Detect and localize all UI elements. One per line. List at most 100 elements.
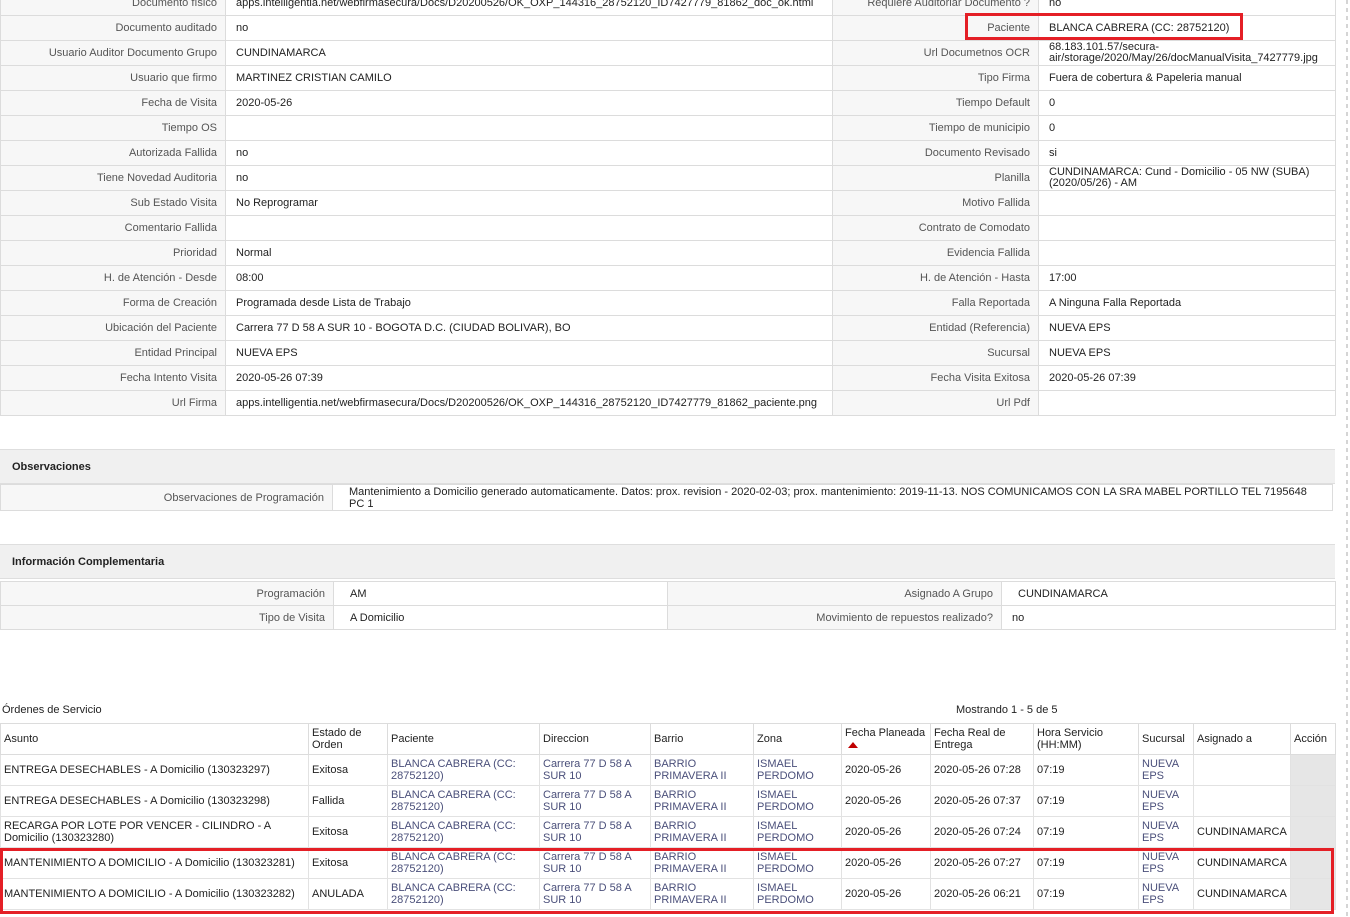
detail-row: Prioridad Normal Evidencia Fallida bbox=[0, 240, 1336, 266]
scroll-track[interactable] bbox=[1346, 0, 1348, 917]
observaciones-table: Observaciones de Programación Mantenimie… bbox=[0, 484, 1333, 511]
detail-label-left: Usuario que firmo bbox=[0, 65, 226, 91]
col-asunto[interactable]: Asunto bbox=[0, 723, 309, 755]
order-cell-accion[interactable] bbox=[1290, 816, 1336, 848]
detail-value-right: CUNDINAMARCA: Cund - Domicilio - 05 NW (… bbox=[1038, 165, 1336, 191]
detail-label-left: Documento auditado bbox=[0, 15, 226, 41]
complementaria-header: Información Complementaria bbox=[0, 544, 1335, 579]
order-cell-hora-servicio: 07:19 bbox=[1033, 816, 1139, 848]
detail-label-left: Forma de Creación bbox=[0, 290, 226, 316]
col-fecha-real[interactable]: Fecha Real de Entrega bbox=[930, 723, 1034, 755]
detail-label-left: Tiene Novedad Auditoria bbox=[0, 165, 226, 191]
col-zona[interactable]: Zona bbox=[753, 723, 842, 755]
detail-row: Fecha de Visita 2020-05-26 Tiempo Default 0 bbox=[0, 90, 1336, 116]
detail-value-right bbox=[1038, 190, 1336, 216]
detail-value-left: no bbox=[225, 165, 833, 191]
detail-value-left: apps.intelligentia.net/webfirmasecura/Do… bbox=[225, 0, 833, 16]
detail-label-left: Fecha de Visita bbox=[0, 90, 226, 116]
movimiento-repuestos-label: Movimiento de repuestos realizado? bbox=[667, 605, 1002, 630]
detail-value-left bbox=[225, 215, 833, 241]
detail-value-left: 2020-05-26 07:39 bbox=[225, 365, 833, 391]
detail-value-right: Fuera de cobertura & Papeleria manual bbox=[1038, 65, 1336, 91]
col-direccion[interactable]: Direccion bbox=[539, 723, 651, 755]
detail-row: Usuario que firmo MARTINEZ CRISTIAN CAMIL… bbox=[0, 65, 1336, 91]
detail-value-left: CUNDINAMARCA bbox=[225, 40, 833, 66]
order-cell-fecha-real: 2020-05-26 07:24 bbox=[930, 816, 1034, 848]
order-cell-asignado bbox=[1193, 785, 1291, 817]
col-barrio[interactable]: Barrio bbox=[650, 723, 754, 755]
order-cell-fecha-planeada: 2020-05-26 bbox=[841, 785, 931, 817]
detail-label-right: Url Documetnos OCR bbox=[832, 40, 1039, 66]
order-cell-fecha-planeada: 2020-05-26 bbox=[841, 816, 931, 848]
order-cell-asunto: ENTREGA DESECHABLES - A Domicilio (13032… bbox=[0, 785, 309, 817]
complementaria-table: Programación AM Asignado A Grupo CUNDINA… bbox=[0, 581, 1336, 630]
col-hora-servicio[interactable]: Hora Servicio (HH:MM) bbox=[1033, 723, 1139, 755]
detail-label-right: Documento Revisado bbox=[832, 140, 1039, 166]
tipo-visita-value: A Domicilio bbox=[333, 605, 668, 630]
order-cell-sucursal: NUEVA EPS bbox=[1138, 785, 1194, 817]
sort-asc-icon[interactable] bbox=[848, 742, 858, 749]
order-cell-direccion: Carrera 77 D 58 A SUR 10 bbox=[539, 785, 651, 817]
order-cell-sucursal: NUEVA EPS bbox=[1138, 754, 1194, 786]
detail-value-right: A Ninguna Falla Reportada bbox=[1038, 290, 1336, 316]
detail-value-right: si bbox=[1038, 140, 1336, 166]
order-cell-accion[interactable] bbox=[1290, 754, 1336, 786]
order-cell-fecha-planeada: 2020-05-26 bbox=[841, 754, 931, 786]
order-cell-zona: ISMAEL PERDOMO bbox=[753, 754, 842, 786]
order-cell-estado: Exitosa bbox=[308, 816, 388, 848]
programacion-label: Programación bbox=[0, 581, 334, 606]
detail-label-right: Evidencia Fallida bbox=[832, 240, 1039, 266]
detail-value-right: 2020-05-26 07:39 bbox=[1038, 365, 1336, 391]
order-row[interactable]: ENTREGA DESECHABLES - A Domicilio (13032… bbox=[0, 785, 1336, 817]
order-cell-estado: Exitosa bbox=[308, 754, 388, 786]
detail-value-left: 2020-05-26 bbox=[225, 90, 833, 116]
order-cell-accion[interactable] bbox=[1290, 785, 1336, 817]
col-paciente[interactable]: Paciente bbox=[387, 723, 540, 755]
detail-row: Ubicación del Paciente Carrera 77 D 58 A … bbox=[0, 315, 1336, 341]
order-cell-asignado bbox=[1193, 754, 1291, 786]
programacion-value: AM bbox=[333, 581, 668, 606]
col-estado[interactable]: Estado de Orden bbox=[308, 723, 388, 755]
detail-value-left: 08:00 bbox=[225, 265, 833, 291]
order-cell-barrio: BARRIO PRIMAVERA II bbox=[650, 754, 754, 786]
order-cell-fecha-real: 2020-05-26 07:28 bbox=[930, 754, 1034, 786]
detail-label-left: Fecha Intento Visita bbox=[0, 365, 226, 391]
detail-label-right: Contrato de Comodato bbox=[832, 215, 1039, 241]
detail-value-right: NUEVA EPS bbox=[1038, 340, 1336, 366]
detail-label-right: Falla Reportada bbox=[832, 290, 1039, 316]
ordenes-header-row: Asunto Estado de Orden Paciente Direccio… bbox=[0, 723, 1336, 755]
detail-value-right: NUEVA EPS bbox=[1038, 315, 1336, 341]
visit-detail-table: Documento físico apps.intelligentia.net/w… bbox=[0, 0, 1336, 416]
col-fecha-planeada[interactable]: Fecha Planeada bbox=[841, 723, 931, 755]
observaciones-label: Observaciones de Programación bbox=[0, 484, 333, 511]
orders-highlight-box bbox=[0, 848, 1334, 914]
detail-row: Usuario Auditor Documento Grupo CUNDINAMA… bbox=[0, 40, 1336, 66]
col-sucursal[interactable]: Sucursal bbox=[1138, 723, 1194, 755]
detail-label-right: Motivo Fallida bbox=[832, 190, 1039, 216]
order-row[interactable]: RECARGA POR LOTE POR VENCER - CILINDRO -… bbox=[0, 816, 1336, 848]
asignado-grupo-label: Asignado A Grupo bbox=[667, 581, 1002, 606]
detail-label-left: Url Firma bbox=[0, 390, 226, 416]
order-cell-asunto: RECARGA POR LOTE POR VENCER - CILINDRO -… bbox=[0, 816, 309, 848]
ordenes-title: Órdenes de Servicio bbox=[2, 704, 102, 716]
detail-row: Tiene Novedad Auditoria no Planilla CUNDINA… bbox=[0, 165, 1336, 191]
detail-label-left: Tiempo OS bbox=[0, 115, 226, 141]
complementaria-row: Programación AM Asignado A Grupo CUNDINA… bbox=[0, 581, 1336, 606]
detail-label-left: Autorizada Fallida bbox=[0, 140, 226, 166]
col-accion: Acción bbox=[1290, 723, 1336, 755]
order-cell-paciente: BLANCA CABRERA (CC: 28752120) bbox=[387, 754, 540, 786]
detail-label-left: Documento físico bbox=[0, 0, 226, 16]
order-cell-zona: ISMAEL PERDOMO bbox=[753, 816, 842, 848]
detail-label-left: Ubicación del Paciente bbox=[0, 315, 226, 341]
col-asignado[interactable]: Asignado a bbox=[1193, 723, 1291, 755]
tipo-visita-label: Tipo de Visita bbox=[0, 605, 334, 630]
movimiento-repuestos-value: no bbox=[1001, 605, 1336, 630]
detail-row: Autorizada Fallida no Documento Revisado si bbox=[0, 140, 1336, 166]
detail-label-right: Tiempo de municipio bbox=[832, 115, 1039, 141]
detail-row: Sub Estado Visita No Reprogramar Motivo Fa… bbox=[0, 190, 1336, 216]
detail-label-right: Fecha Visita Exitosa bbox=[832, 365, 1039, 391]
detail-row: Tiempo OS Tiempo de municipio 0 bbox=[0, 115, 1336, 141]
order-row[interactable]: ENTREGA DESECHABLES - A Domicilio (13032… bbox=[0, 754, 1336, 786]
order-cell-fecha-real: 2020-05-26 07:37 bbox=[930, 785, 1034, 817]
order-cell-hora-servicio: 07:19 bbox=[1033, 754, 1139, 786]
